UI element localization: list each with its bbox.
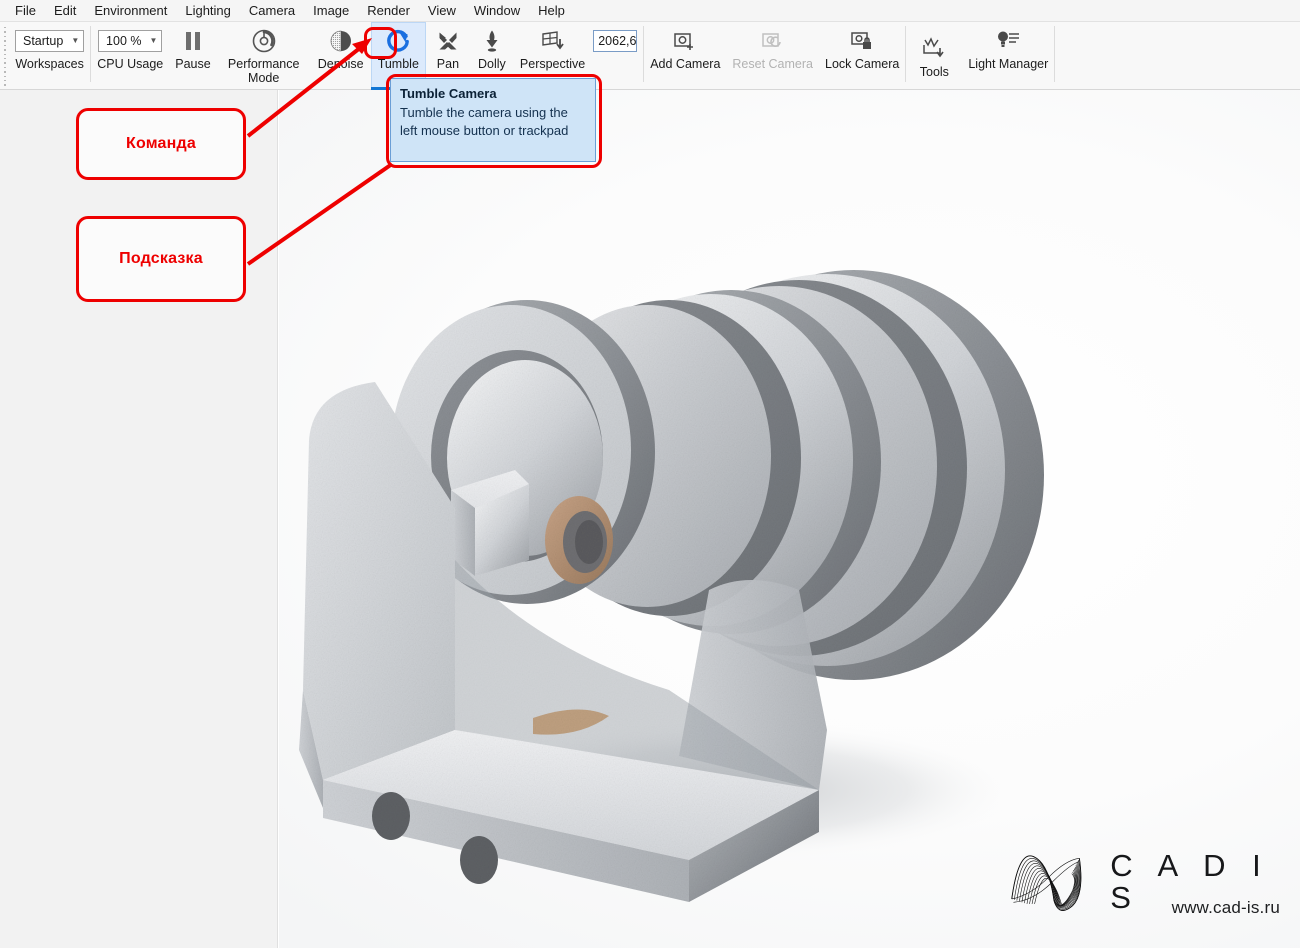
menu-item-window[interactable]: Window [465,1,529,21]
denoise-label: Denoise [317,57,364,71]
menu-item-edit[interactable]: Edit [45,1,85,21]
denoise-button[interactable]: Denoise [311,22,371,90]
pause-icon [183,28,203,54]
callout-hint: Подсказка [76,216,246,302]
workspaces-combo[interactable]: Startup ▼ [15,28,85,54]
dolly-label: Dolly [478,57,506,71]
callout-hint-label: Подсказка [119,250,203,267]
workspaces-control[interactable]: Startup ▼ Workspaces [9,22,90,90]
performance-mode-label: Performance Mode [227,57,300,85]
brand-url: www.cad-is.ru [1171,898,1280,917]
menu-item-view[interactable]: View [419,1,465,21]
model-pulley-bracket-assembly [299,270,1044,902]
workspaces-select[interactable]: Startup ▼ [15,30,85,52]
focal-length-control[interactable]: 2062,6 [591,22,643,90]
main-toolbar: Startup ▼ Workspaces 100 % ▼ CPU Usage P… [0,22,1300,90]
perspective-icon [541,28,565,54]
tools-button[interactable]: Tools [906,22,962,90]
add-camera-icon [673,28,697,54]
lock-camera-button[interactable]: Lock Camera [819,22,905,90]
pan-icon [436,28,460,54]
cadis-ribbon-logo [1011,855,1082,911]
menu-item-camera[interactable]: Camera [240,1,304,21]
menu-bar: File Edit Environment Lighting Camera Im… [0,0,1300,22]
reset-camera-label: Reset Camera [732,57,813,71]
cpu-usage-label: CPU Usage [97,57,164,71]
perspective-label: Perspective [519,57,586,71]
render-viewport[interactable]: C A D I S www.cad-is.ru [279,90,1300,948]
focal-length-input[interactable]: 2062,6 [593,30,638,52]
tooltip-body: Tumble the camera using the left mouse b… [400,105,569,138]
chevron-down-icon: ▼ [71,36,80,45]
chevron-down-icon: ▼ [149,36,158,45]
tooltip-title: Tumble Camera [400,86,497,101]
lock-camera-label: Lock Camera [825,57,900,71]
toolbar-drag-handle[interactable] [0,24,9,86]
toolbar-separator [1054,26,1056,82]
mounting-hole [460,836,498,884]
cpu-usage-value: 100 % [106,34,142,48]
light-manager-icon [995,28,1021,54]
cpu-usage-combo[interactable]: 100 % ▼ [98,28,163,54]
denoise-icon [329,28,353,54]
pan-label: Pan [436,57,460,71]
reset-camera-icon [761,28,785,54]
pause-button[interactable]: Pause [169,22,216,90]
workspaces-value: Startup [23,34,64,48]
performance-icon [251,28,277,54]
tools-label: Tools [919,65,949,79]
menu-item-environment[interactable]: Environment [85,1,176,21]
tumble-label: Tumble [377,57,419,71]
reset-camera-button[interactable]: Reset Camera [726,22,819,90]
cpu-usage-select[interactable]: 100 % ▼ [98,30,163,52]
light-manager-button[interactable]: Light Manager [962,22,1054,90]
callout-command-label: Команда [126,135,196,152]
light-manager-label: Light Manager [968,57,1049,71]
add-camera-label: Add Camera [650,57,721,71]
menu-item-image[interactable]: Image [304,1,358,21]
menu-item-file[interactable]: File [6,1,45,21]
menu-item-lighting[interactable]: Lighting [176,1,240,21]
focal-length-value: 2062,6 [598,34,637,48]
menu-item-render[interactable]: Render [358,1,419,21]
menu-item-help[interactable]: Help [529,1,574,21]
workspaces-label: Workspaces [15,57,84,71]
lock-camera-icon [850,28,874,54]
mounting-hole [372,792,410,840]
tools-icon [921,36,947,62]
dolly-icon [481,28,503,54]
add-camera-button[interactable]: Add Camera [644,22,726,90]
pause-label: Pause [175,57,211,71]
tumble-icon [385,28,411,54]
cpu-usage-control[interactable]: 100 % ▼ CPU Usage [91,22,169,90]
application-window: File Edit Environment Lighting Camera Im… [0,0,1300,948]
tooltip-popup: Tumble Camera Tumble the camera using th… [390,78,596,162]
performance-mode-button[interactable]: Performance Mode [217,22,311,90]
callout-command: Команда [76,108,246,180]
